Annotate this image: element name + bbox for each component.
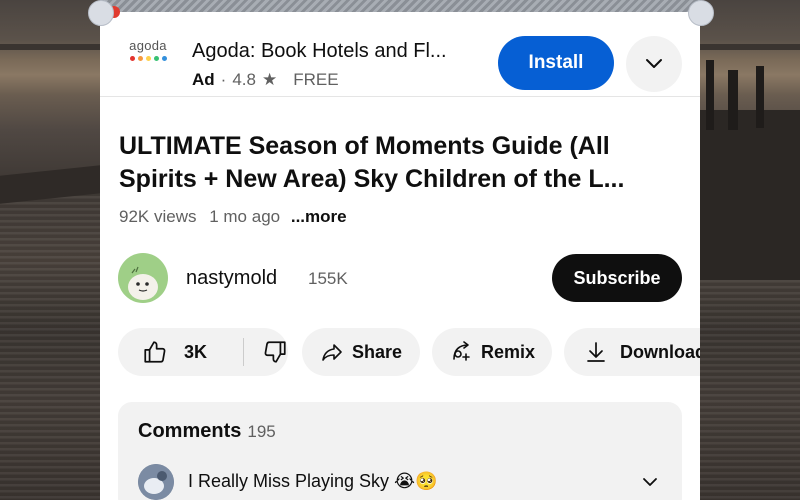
install-button[interactable]: Install bbox=[498, 36, 614, 90]
commenter-avatar[interactable] bbox=[138, 464, 174, 500]
background-post bbox=[706, 60, 714, 130]
window-drag-bar[interactable] bbox=[100, 0, 700, 12]
upload-age: 1 mo ago bbox=[209, 207, 281, 226]
ad-app-name[interactable]: Agoda: Book Hotels and Fl... bbox=[192, 40, 482, 63]
remix-label: Remix bbox=[480, 341, 536, 362]
resize-handle-right[interactable] bbox=[688, 0, 714, 26]
ad-banner[interactable]: agoda Agoda: Book Hotels and Fl... Ad · … bbox=[100, 12, 700, 97]
more-link[interactable]: ...more bbox=[291, 207, 347, 226]
share-button[interactable]: Share bbox=[302, 328, 420, 376]
comments-title: Comments bbox=[138, 420, 242, 442]
comments-section[interactable]: Comments 195 I Really Miss Playing Sky 😭🥺 bbox=[118, 402, 682, 500]
download-label: Download bbox=[620, 341, 700, 362]
thumbs-down-icon bbox=[264, 341, 286, 363]
background-post bbox=[728, 70, 738, 130]
view-count: 92K views bbox=[119, 207, 197, 226]
ad-price: FREE bbox=[293, 70, 339, 89]
logo-word: agoda bbox=[129, 38, 167, 53]
subscriber-count: 155K bbox=[308, 269, 348, 288]
share-arrow-icon bbox=[322, 344, 342, 361]
comment-text: I Really Miss Playing Sky 😭🥺 bbox=[188, 471, 438, 491]
ad-label: Ad bbox=[192, 70, 215, 89]
share-label: Share bbox=[351, 341, 403, 362]
agoda-logo: agoda bbox=[124, 38, 172, 74]
dislike-button[interactable] bbox=[244, 339, 288, 365]
avatar-creature-icon bbox=[128, 266, 158, 300]
comments-header: Comments 195 bbox=[138, 420, 276, 443]
logo-dot bbox=[161, 56, 167, 61]
ad-expand-button[interactable] bbox=[626, 36, 682, 92]
remix-button[interactable]: Remix bbox=[432, 328, 552, 376]
logo-dot bbox=[129, 56, 135, 61]
resize-handle-left[interactable] bbox=[88, 0, 114, 26]
logo-dots bbox=[124, 56, 172, 61]
video-title[interactable]: ULTIMATE Season of Moments Guide (All Sp… bbox=[119, 130, 689, 196]
channel-name[interactable]: nastymold bbox=[186, 267, 277, 290]
ad-separator: · bbox=[220, 70, 227, 89]
thumbs-up-icon bbox=[144, 341, 166, 363]
background-post bbox=[756, 66, 764, 128]
download-button[interactable]: Download bbox=[564, 328, 700, 376]
channel-avatar[interactable] bbox=[118, 253, 168, 303]
star-icon: ★ bbox=[261, 70, 278, 89]
like-button[interactable]: 3K bbox=[118, 339, 243, 365]
commenter-avatar-image bbox=[138, 464, 174, 500]
logo-dot bbox=[145, 56, 151, 61]
youtube-watch-panel: agoda Agoda: Book Hotels and Fl... Ad · … bbox=[100, 12, 700, 500]
chevron-down-icon[interactable] bbox=[638, 470, 662, 494]
background-pier-right bbox=[690, 110, 800, 280]
comments-count: 195 bbox=[247, 422, 276, 441]
download-icon bbox=[587, 342, 605, 362]
like-dislike-chip: 3K bbox=[118, 328, 288, 376]
video-meta[interactable]: 92K views 1 mo ago ...more bbox=[119, 207, 347, 227]
subscribe-button[interactable]: Subscribe bbox=[552, 254, 682, 302]
logo-dot bbox=[137, 56, 143, 61]
logo-dot bbox=[153, 56, 159, 61]
ad-meta: Ad · 4.8 ★ FREE bbox=[192, 70, 339, 90]
chevron-down-icon bbox=[646, 58, 662, 68]
like-count: 3K bbox=[184, 341, 208, 362]
ad-rating: 4.8 bbox=[232, 70, 256, 89]
remix-icon bbox=[453, 341, 470, 361]
